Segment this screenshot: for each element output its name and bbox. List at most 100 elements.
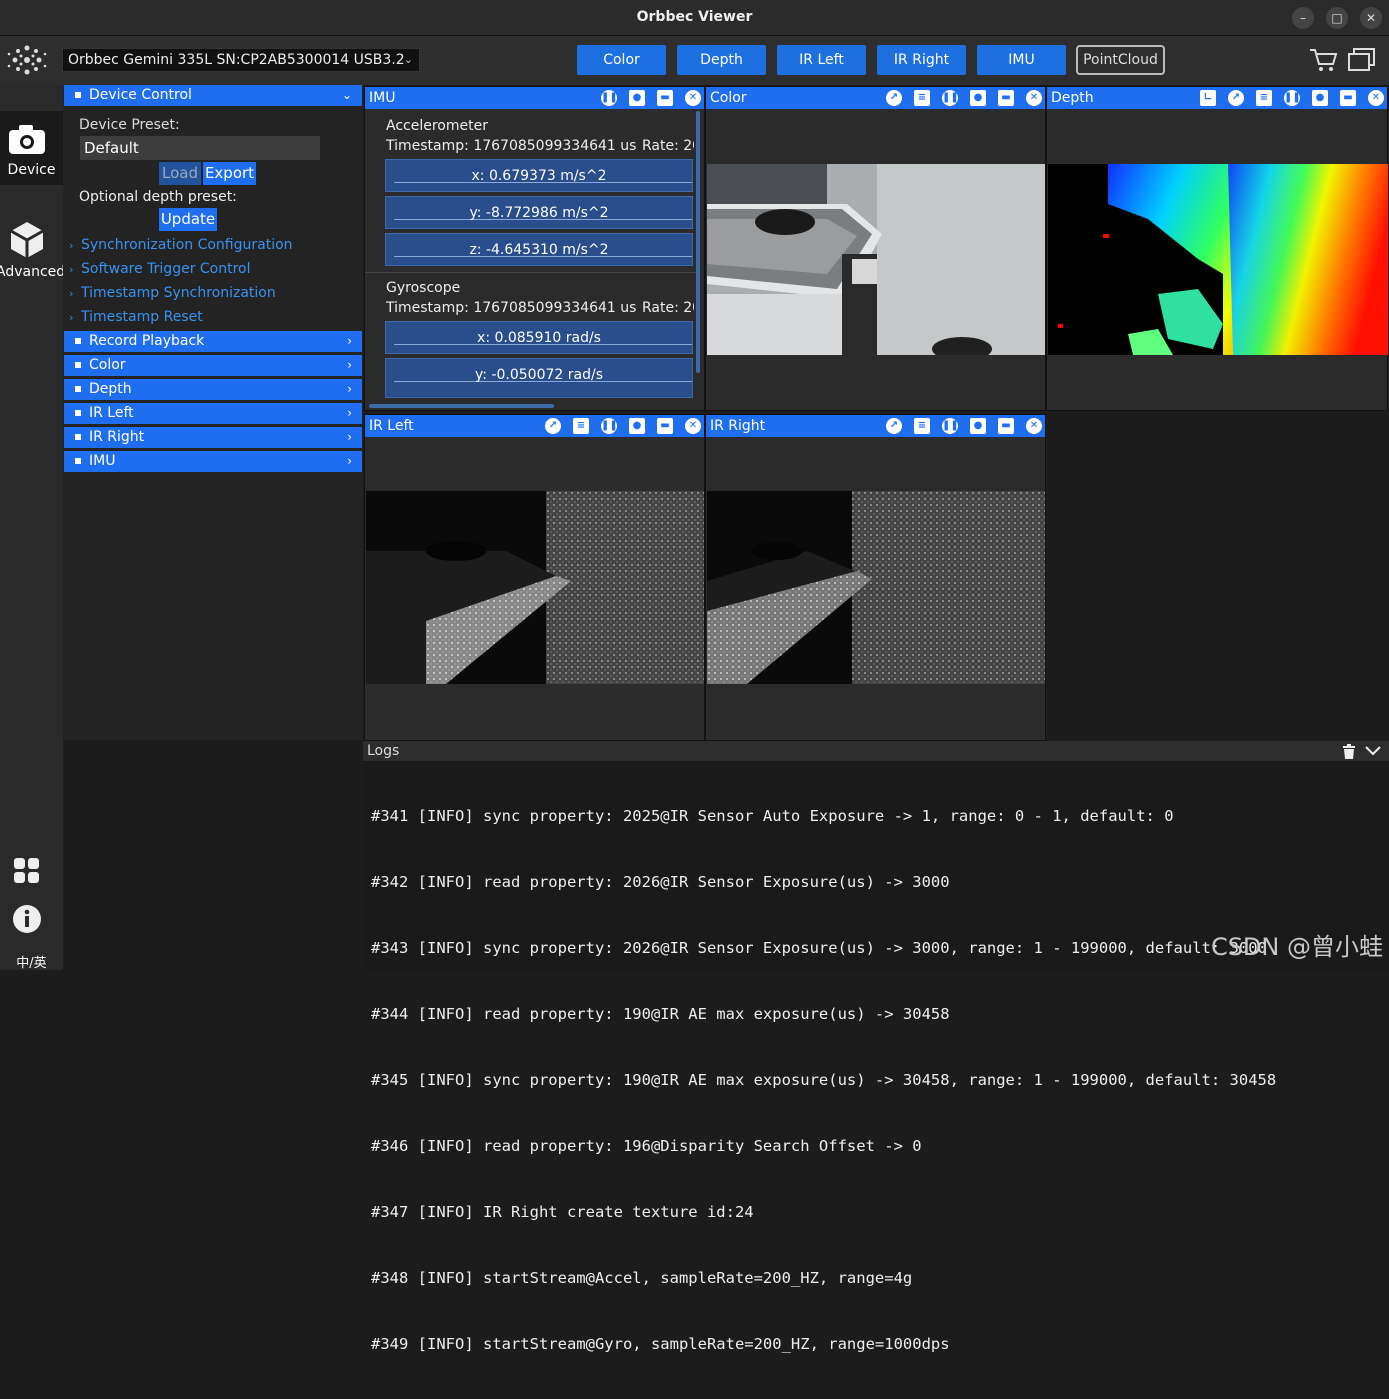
screenshot-icon[interactable]: ● (970, 418, 986, 434)
maximize-icon[interactable]: ▬ (657, 90, 673, 106)
stream-imu-button[interactable]: IMU (977, 45, 1066, 75)
screenshot-icon[interactable]: ● (629, 90, 645, 106)
screenshot-icon[interactable]: ● (1312, 90, 1328, 106)
cube-icon[interactable] (8, 220, 46, 260)
export-button[interactable]: Export (203, 162, 256, 185)
update-button[interactable]: Update (159, 208, 217, 231)
device-preset-select[interactable]: Default (80, 136, 320, 160)
stream-color-button[interactable]: Color (577, 45, 666, 75)
device-select[interactable]: Orbbec Gemini 335L SN:CP2AB5300014 USB3.… (62, 48, 420, 72)
pause-icon[interactable]: ❚❚ (942, 90, 959, 106)
info-list-icon[interactable]: ≡ (1256, 90, 1272, 106)
fullscreen-icon[interactable]: ↗ (1228, 90, 1244, 106)
log-line: #341 [INFO] sync property: 2025@IR Senso… (371, 807, 1174, 825)
gyro-y-plot: y: -0.050072 rad/s (385, 358, 693, 398)
info-list-icon[interactable]: ≡ (914, 418, 930, 434)
language-toggle[interactable]: 中/英 (0, 952, 63, 971)
logs-title: Logs (367, 743, 400, 759)
section-record-playback[interactable]: Record Playback › (64, 331, 362, 352)
link-label: Timestamp Reset (81, 309, 203, 325)
stream-ir-left-button[interactable]: IR Left (777, 45, 866, 75)
info-list-icon[interactable]: ≡ (914, 90, 930, 106)
orbbec-logo-icon (7, 45, 47, 75)
close-icon[interactable]: ✕ (1368, 90, 1384, 106)
info-icon[interactable] (12, 904, 42, 934)
timestamp-reset-link[interactable]: › Timestamp Reset (69, 309, 203, 325)
nav-advanced-label[interactable]: Advanced (0, 264, 65, 280)
horizontal-scrollbar[interactable] (369, 404, 554, 408)
sync-config-link[interactable]: › Synchronization Configuration (69, 237, 293, 253)
stream-ir-right-button[interactable]: IR Right (877, 45, 966, 75)
section-depth[interactable]: Depth › (64, 379, 362, 400)
maximize-icon[interactable]: ▬ (998, 418, 1014, 434)
gyro-rate: Rate: 20 (642, 300, 694, 316)
load-button[interactable]: Load (159, 162, 201, 185)
info-list-icon[interactable]: ≡ (573, 418, 589, 434)
section-label: Depth (89, 381, 132, 397)
software-trigger-link[interactable]: › Software Trigger Control (69, 261, 251, 277)
pause-icon[interactable]: ❚❚ (942, 418, 959, 434)
pause-icon[interactable]: ❚❚ (1284, 90, 1301, 106)
maximize-icon[interactable]: ▬ (657, 418, 673, 434)
accel-y-value: y: -8.772986 m/s^2 (469, 205, 609, 221)
fullscreen-icon[interactable]: ↗ (545, 418, 561, 434)
nav-device[interactable]: Device (0, 111, 63, 185)
color-window-header: Color ↗ ≡ ❚❚ ● ▬ ✕ (706, 87, 1045, 109)
stream-depth-button[interactable]: Depth (677, 45, 766, 75)
screenshot-icon[interactable]: ● (970, 90, 986, 106)
gyro-x-value: x: 0.085910 rad/s (477, 330, 601, 346)
logs-panel: Logs #341 [INFO] sync property: 2025@IR … (363, 741, 1389, 1353)
close-icon[interactable]: ✕ (685, 418, 701, 434)
accel-timestamp: Timestamp: 1767085099334641 us (386, 138, 637, 154)
device-control-header[interactable]: Device Control ⌄ (64, 85, 362, 106)
ir-left-window: IR Left ↗ ≡ ❚❚ ● ▬ ✕ (364, 414, 705, 741)
chevron-right-icon: › (69, 287, 74, 300)
ruler-icon[interactable]: ∟ (1200, 90, 1216, 106)
feedback-icon[interactable] (1346, 46, 1378, 74)
chevron-right-icon: › (69, 311, 74, 324)
maximize-icon[interactable]: ▬ (998, 90, 1014, 106)
apps-grid-icon[interactable] (13, 857, 41, 885)
accel-rate: Rate: 20 (642, 138, 694, 154)
maximize-button[interactable]: □ (1326, 7, 1348, 29)
log-line: #343 [INFO] sync property: 2026@IR Senso… (371, 939, 1267, 957)
chevron-right-icon: › (347, 430, 352, 444)
chevron-right-icon: › (347, 334, 352, 348)
trash-icon[interactable] (1342, 744, 1356, 759)
section-ir-left[interactable]: IR Left › (64, 403, 362, 424)
minimize-button[interactable]: – (1292, 7, 1314, 29)
ir-right-window: IR Right ↗ ≡ ❚❚ ● ▬ ✕ (705, 414, 1046, 741)
timestamp-sync-link[interactable]: › Timestamp Synchronization (69, 285, 276, 301)
fullscreen-icon[interactable]: ↗ (886, 418, 902, 434)
accel-z-value: z: -4.645310 m/s^2 (469, 242, 609, 258)
section-color[interactable]: Color › (64, 355, 362, 376)
maximize-icon[interactable]: ▬ (1340, 90, 1356, 106)
gyro-y-value: y: -0.050072 rad/s (475, 367, 603, 383)
fullscreen-icon[interactable]: ↗ (886, 90, 902, 106)
close-icon[interactable]: ✕ (1026, 90, 1042, 106)
chevron-down-icon[interactable] (1365, 746, 1381, 756)
close-icon[interactable]: ✕ (685, 90, 701, 106)
screenshot-icon[interactable]: ● (629, 418, 645, 434)
close-button[interactable]: ✕ (1360, 7, 1382, 29)
vertical-scrollbar[interactable] (696, 111, 700, 373)
section-imu[interactable]: IMU › (64, 451, 362, 472)
pointcloud-button[interactable]: PointCloud (1076, 45, 1165, 75)
pause-icon[interactable]: ❚❚ (601, 418, 618, 434)
log-line: #345 [INFO] sync property: 190@IR AE max… (371, 1071, 1277, 1089)
pause-icon[interactable]: ❚❚ (601, 90, 618, 106)
window-buttons: ↗ ≡ ❚❚ ● ▬ ✕ (886, 90, 1042, 106)
window-buttons: ↗ ≡ ❚❚ ● ▬ ✕ (545, 418, 701, 434)
bullet-icon (75, 362, 81, 368)
accel-z-plot: z: -4.645310 m/s^2 (385, 233, 693, 266)
depth-window-header: Depth ∟ ↗ ≡ ❚❚ ● ▬ ✕ (1047, 87, 1387, 109)
imu-window-header: IMU ❚❚ ● ▬ ✕ (365, 87, 704, 109)
ir-right-stream-image (707, 491, 1045, 684)
chevron-down-icon: ⌄ (403, 53, 413, 66)
section-ir-right[interactable]: IR Right › (64, 427, 362, 448)
device-control-title: Device Control (89, 87, 192, 103)
section-label: IR Right (89, 429, 145, 445)
close-icon[interactable]: ✕ (1026, 418, 1042, 434)
log-line: #347 [INFO] IR Right create texture id:2… (371, 1203, 754, 1221)
cart-icon[interactable] (1308, 46, 1338, 74)
